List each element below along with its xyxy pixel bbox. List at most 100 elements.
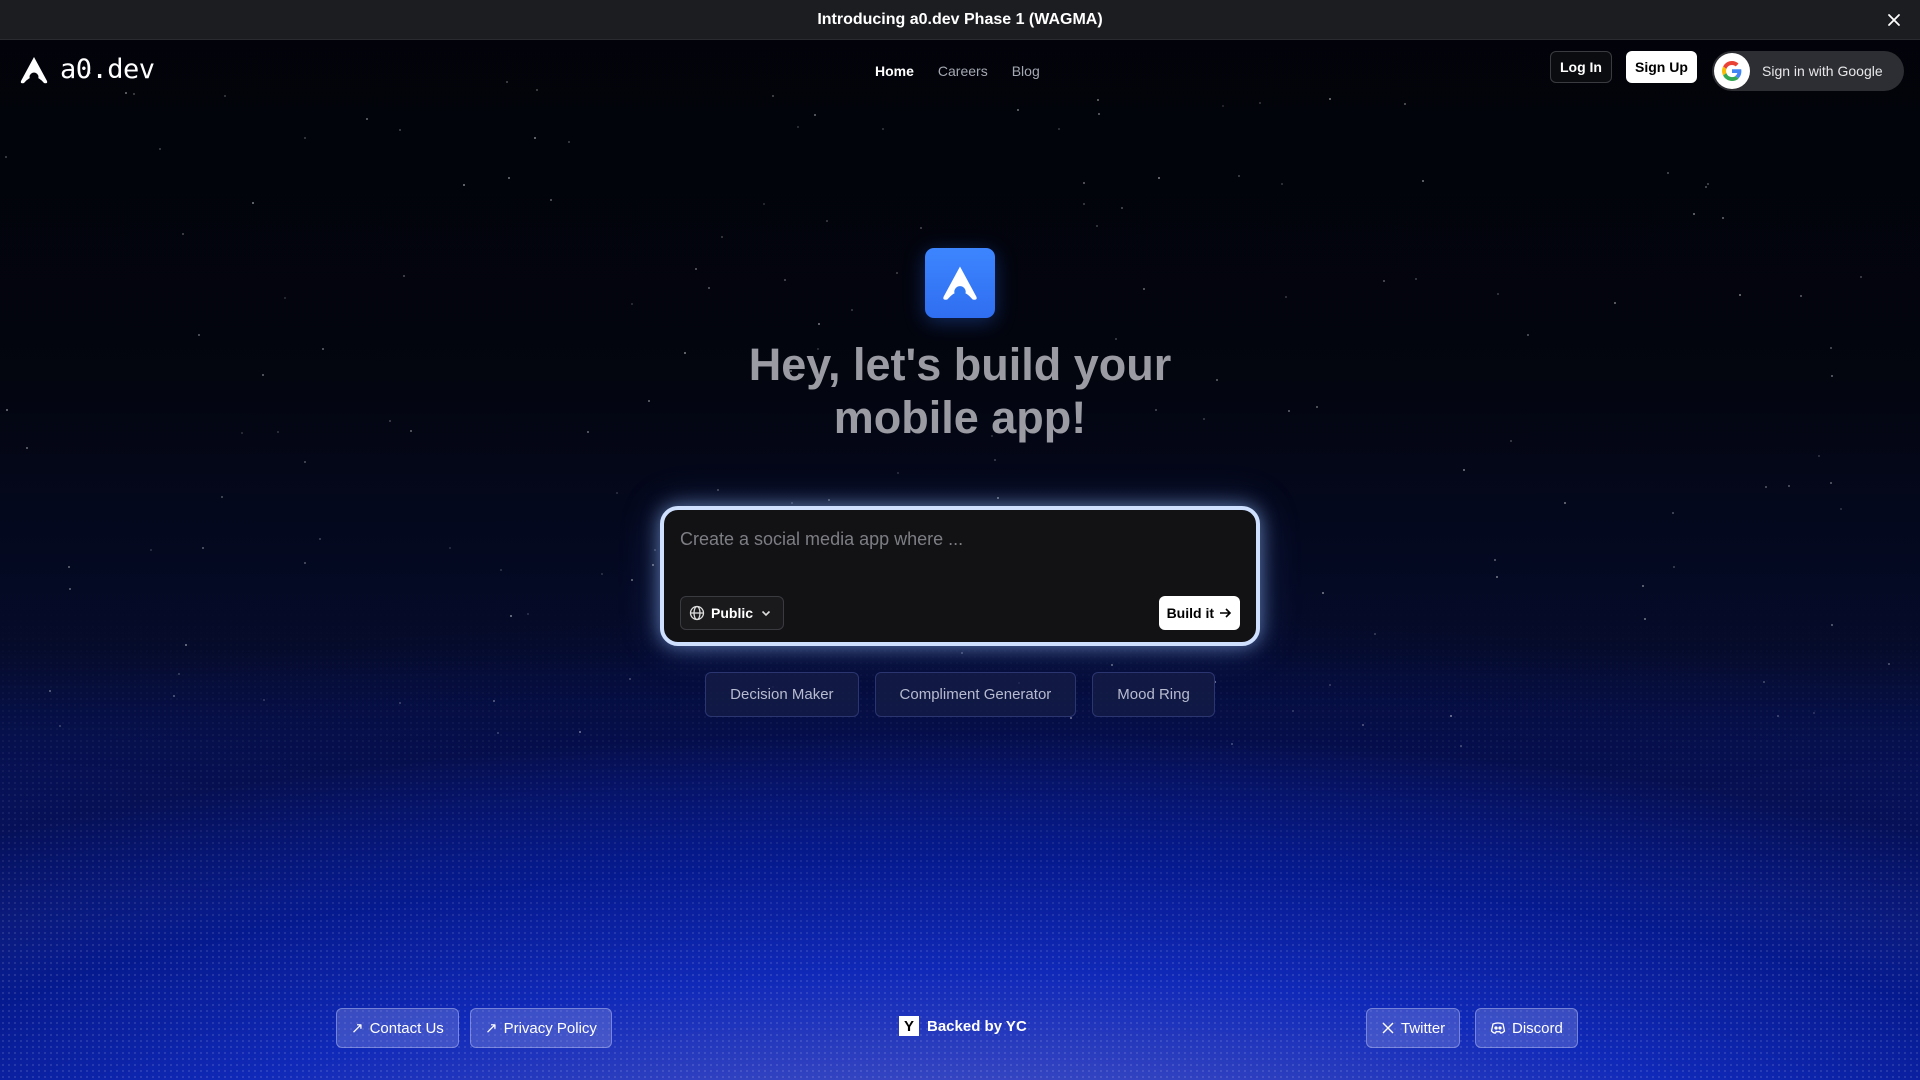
star bbox=[389, 420, 391, 422]
star bbox=[1510, 440, 1512, 442]
nav-home[interactable]: Home bbox=[875, 63, 914, 79]
star bbox=[826, 220, 828, 222]
star bbox=[648, 400, 650, 402]
star bbox=[721, 236, 723, 238]
star bbox=[1098, 113, 1100, 115]
star bbox=[500, 569, 502, 571]
star bbox=[449, 547, 451, 549]
star bbox=[1830, 347, 1832, 349]
star bbox=[322, 348, 324, 350]
star bbox=[1830, 482, 1832, 484]
chevron-down-icon bbox=[761, 610, 771, 617]
star bbox=[399, 129, 401, 131]
star bbox=[616, 492, 618, 494]
brand-logo[interactable]: a0.dev bbox=[18, 54, 155, 85]
star bbox=[882, 128, 884, 130]
star bbox=[1231, 743, 1233, 745]
star bbox=[69, 588, 71, 590]
star bbox=[1831, 624, 1833, 626]
star bbox=[1527, 334, 1529, 336]
star bbox=[6, 409, 8, 411]
star bbox=[763, 203, 765, 205]
prompt-input[interactable] bbox=[680, 524, 1240, 554]
star bbox=[717, 489, 719, 491]
star bbox=[1673, 566, 1675, 568]
star bbox=[5, 156, 7, 158]
star bbox=[1564, 502, 1566, 504]
star bbox=[1705, 186, 1707, 188]
backed-by-yc[interactable]: Y Backed by YC bbox=[899, 1016, 1027, 1036]
hero-line-2: mobile app! bbox=[833, 392, 1087, 443]
announcement-text[interactable]: Introducing a0.dev Phase 1 (WAGMA) bbox=[817, 11, 1102, 29]
star bbox=[319, 538, 321, 540]
star bbox=[1070, 717, 1072, 719]
nav-blog[interactable]: Blog bbox=[1012, 63, 1040, 79]
star bbox=[1818, 455, 1820, 457]
star bbox=[1158, 177, 1160, 179]
star bbox=[994, 459, 996, 461]
star bbox=[1058, 128, 1060, 130]
a0-logo-icon bbox=[20, 56, 48, 83]
star bbox=[1860, 276, 1862, 278]
star bbox=[1788, 485, 1790, 487]
star bbox=[403, 275, 405, 277]
star bbox=[1739, 294, 1741, 296]
star bbox=[1222, 105, 1224, 107]
star bbox=[1722, 217, 1724, 219]
suggestion-mood-ring[interactable]: Mood Ring bbox=[1092, 672, 1215, 717]
discord-label: Discord bbox=[1512, 1019, 1563, 1037]
star bbox=[527, 613, 529, 615]
build-button[interactable]: Build it bbox=[1158, 596, 1240, 630]
privacy-policy-label: Privacy Policy bbox=[503, 1019, 597, 1037]
google-signin-button[interactable]: Sign in with Google bbox=[1712, 51, 1904, 91]
star bbox=[896, 272, 898, 274]
star bbox=[1374, 633, 1376, 635]
suggestion-decision-maker[interactable]: Decision Maker bbox=[705, 672, 859, 717]
close-icon[interactable] bbox=[1882, 8, 1906, 32]
discord-icon bbox=[1490, 1022, 1506, 1034]
star bbox=[814, 114, 816, 116]
star bbox=[1800, 295, 1802, 297]
star bbox=[304, 562, 306, 564]
star bbox=[182, 233, 184, 235]
star bbox=[997, 497, 999, 499]
star bbox=[1111, 664, 1113, 666]
star bbox=[920, 227, 922, 229]
star bbox=[159, 148, 161, 150]
twitter-link[interactable]: Twitter bbox=[1366, 1008, 1461, 1048]
contact-us-link[interactable]: ↗ Contact Us bbox=[336, 1008, 459, 1048]
star bbox=[1840, 508, 1842, 510]
star bbox=[1362, 724, 1364, 726]
main-nav: Home Careers Blog bbox=[875, 63, 1040, 79]
star bbox=[654, 549, 656, 551]
star bbox=[1288, 410, 1290, 412]
visibility-select[interactable]: Public bbox=[680, 596, 785, 630]
suggestion-chips: Decision Maker Compliment Generator Mood… bbox=[0, 672, 1920, 717]
suggestion-compliment-generator[interactable]: Compliment Generator bbox=[874, 672, 1077, 717]
star bbox=[366, 118, 368, 120]
star bbox=[304, 137, 306, 139]
star bbox=[791, 502, 793, 504]
nav-careers[interactable]: Careers bbox=[938, 63, 988, 79]
google-icon bbox=[1714, 53, 1750, 89]
globe-icon bbox=[689, 605, 705, 621]
star bbox=[508, 177, 510, 179]
star bbox=[59, 725, 61, 727]
star bbox=[1463, 469, 1465, 471]
star bbox=[601, 573, 603, 575]
star bbox=[252, 202, 254, 204]
star bbox=[304, 461, 306, 463]
privacy-policy-link[interactable]: ↗ Privacy Policy bbox=[470, 1008, 612, 1048]
star bbox=[579, 731, 581, 733]
signup-button[interactable]: Sign Up bbox=[1626, 51, 1697, 83]
star bbox=[1496, 576, 1498, 578]
star bbox=[1121, 207, 1123, 209]
discord-link[interactable]: Discord bbox=[1475, 1008, 1578, 1048]
star bbox=[497, 732, 499, 734]
star bbox=[1083, 203, 1085, 205]
star bbox=[1096, 225, 1098, 227]
x-logo-icon bbox=[1382, 1022, 1394, 1034]
backed-by-yc-label: Backed by YC bbox=[927, 1017, 1027, 1035]
star bbox=[631, 579, 633, 581]
login-button[interactable]: Log In bbox=[1550, 51, 1612, 83]
